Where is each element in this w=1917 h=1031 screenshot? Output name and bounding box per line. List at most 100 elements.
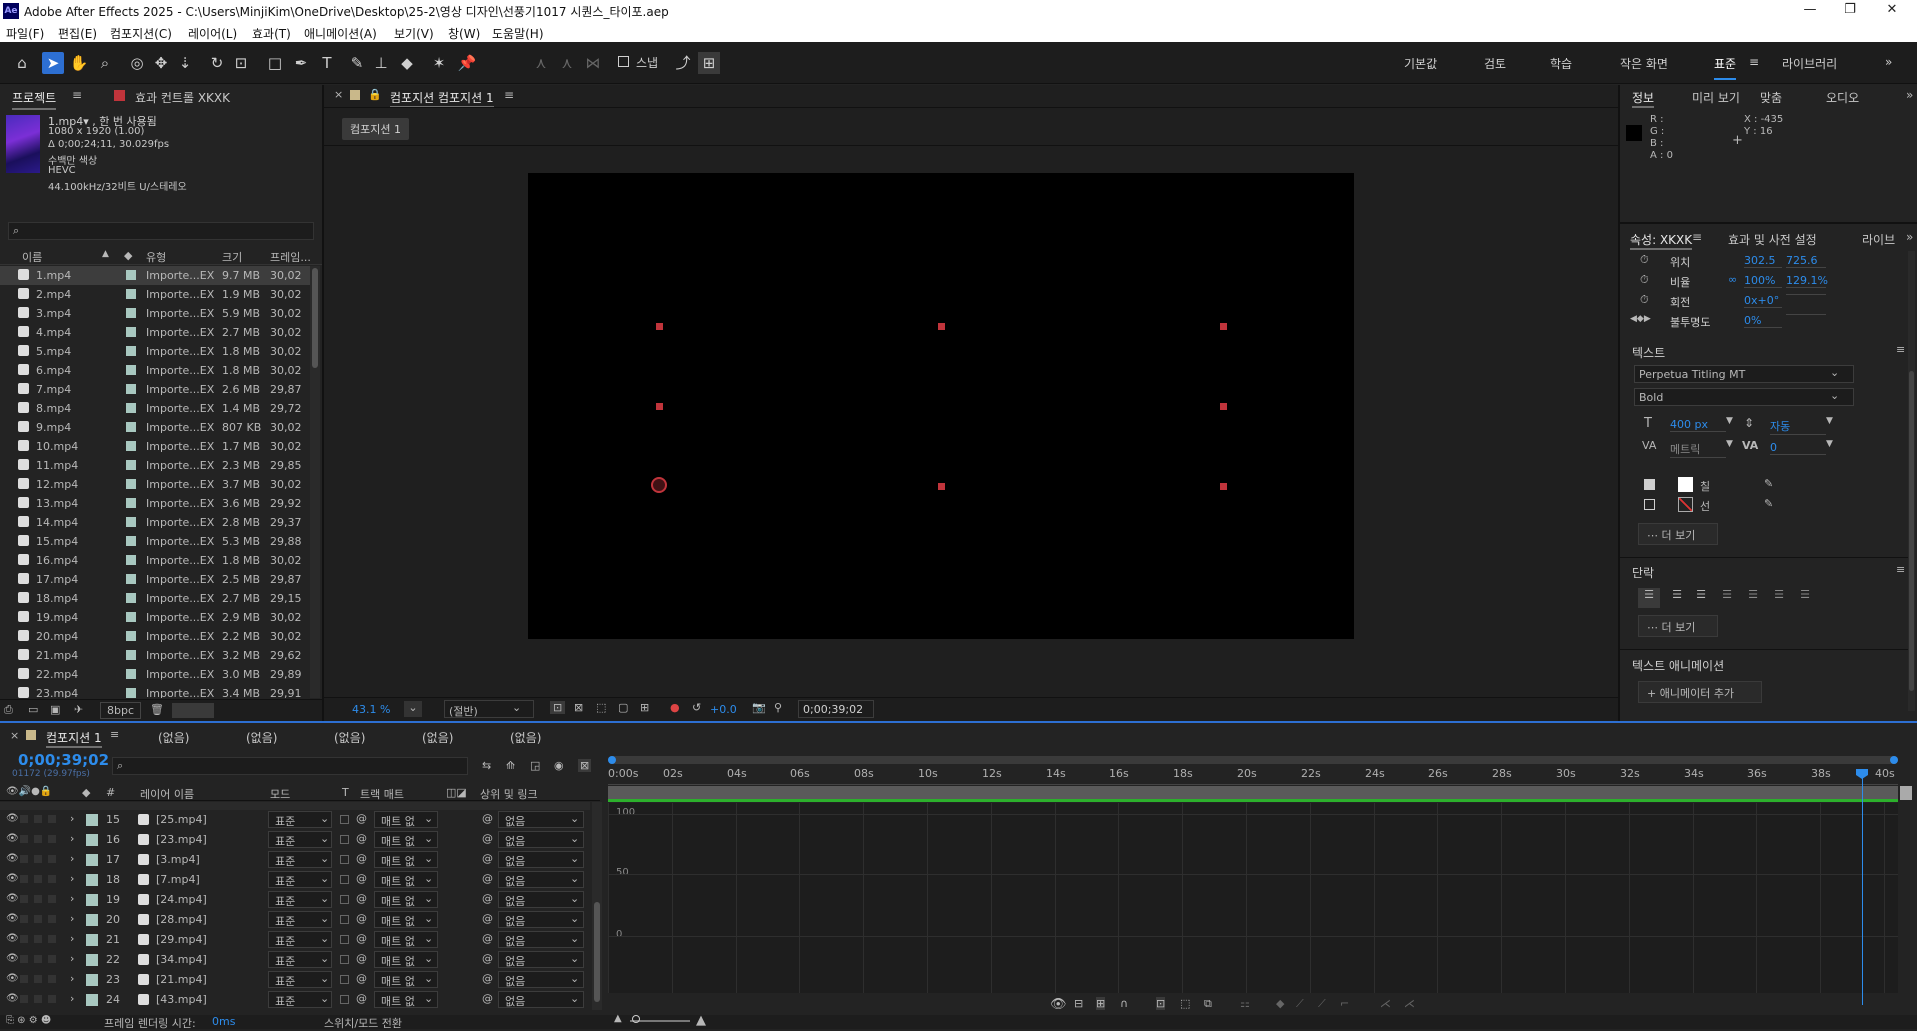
work-area-bar[interactable] [608,786,1898,800]
rotate-tool-icon[interactable]: ↻ [206,52,228,74]
pickwhip-icon[interactable]: @ [356,912,367,925]
bpc-button[interactable]: 8bpc [100,702,142,719]
project-item[interactable]: 15.mp4 Importe...EX 5.3 MB 29,88 [0,532,310,551]
label-color-icon[interactable] [126,422,136,432]
label-color-icon[interactable] [126,460,136,470]
project-item[interactable]: 9.mp4 Importe...EX 807 KB 30,02 [0,418,310,437]
comp-menu-icon[interactable]: ≡ [504,88,514,102]
pickwhip-icon[interactable]: @ [356,932,367,945]
tab-project[interactable]: 프로젝트 [12,89,57,110]
layer-name[interactable]: [25.mp4] [156,813,207,826]
timeline-layer-row[interactable]: 👁 › 18 [7.mp4] 표준 ⌄ @ 매트 없 ⌄ @ 없음 ⌄ [0,870,600,890]
parent-pickwhip-icon[interactable]: @ [482,972,493,985]
audio-switch[interactable] [20,975,28,983]
hand-tool-icon[interactable]: ✋ [68,52,90,74]
lock-switch[interactable] [48,915,56,923]
timeline-search-input[interactable]: ⌕ [112,757,468,775]
tab-none-1[interactable]: (없음) [158,729,189,746]
layer-label-color[interactable] [86,834,98,846]
label-color-icon[interactable] [126,555,136,565]
layer-label-color[interactable] [86,914,98,926]
pickwhip-icon[interactable]: @ [356,852,367,865]
brush-tool-icon[interactable]: ✎ [346,52,368,74]
project-item[interactable]: 21.mp4 Importe...EX 3.2 MB 29,62 [0,646,310,665]
anchor-point-icon[interactable] [651,477,667,493]
timeline-layer-row[interactable]: 👁 › 17 [3.mp4] 표준 ⌄ @ 매트 없 ⌄ @ 없음 ⌄ [0,850,600,870]
menu-edit[interactable]: 편집(E) [58,25,97,42]
eraser-tool-icon[interactable]: ◆ [396,52,418,74]
property-value-2[interactable] [1786,294,1826,295]
show-properties-icon[interactable]: 👁 [1050,997,1067,1012]
audio-switch[interactable] [20,815,28,823]
more-panels-icon[interactable]: » [1906,230,1913,244]
graph-editor-icon[interactable]: ⊠ [578,759,592,772]
align-left-icon[interactable]: ☰ [1638,588,1660,608]
label-color-icon[interactable] [126,631,136,641]
layer-name[interactable]: [43.mp4] [156,993,207,1006]
label-color-icon[interactable] [126,403,136,413]
justify-left-icon[interactable]: ☰ [1716,588,1738,601]
layer-name[interactable]: [29.mp4] [156,933,207,946]
chevron-down-icon[interactable]: ▼ [1726,416,1733,426]
visibility-eye-icon[interactable]: 👁 [6,893,19,904]
preserve-transparency-checkbox[interactable] [340,995,349,1004]
project-item[interactable]: 6.mp4 Importe...EX 1.8 MB 30,02 [0,361,310,380]
fast-preview-icon[interactable]: ⊡ [550,701,566,714]
menu-window[interactable]: 창(W) [448,25,480,42]
timeline-layer-row[interactable]: 👁 › 22 [34.mp4] 표준 ⌄ @ 매트 없 ⌄ @ 없음 ⌄ [0,950,600,970]
guides-icon[interactable]: ⊞ [640,701,649,714]
lock-switch[interactable] [48,995,56,1003]
tab-effect-controls[interactable]: 효과 컨트롤 XKXK [135,89,230,106]
menu-effect[interactable]: 효과(T) [252,25,291,42]
solo-switch[interactable] [34,975,42,983]
paragraph-menu-icon[interactable]: ≡ [1896,563,1905,576]
layer-label-color[interactable] [86,934,98,946]
pickwhip-icon[interactable]: @ [356,832,367,845]
comp-timecode[interactable]: 0;00;39;02 [798,700,874,718]
preserve-transparency-checkbox[interactable] [340,815,349,824]
property-value-1[interactable]: 0% [1744,314,1782,328]
chevron-down-icon[interactable]: ▼ [1726,439,1733,449]
timeline-end-marker[interactable] [1900,786,1912,800]
property-value-2[interactable]: 725.6 [1786,254,1826,268]
properties-menu-icon[interactable]: ≡ [1692,230,1702,244]
snapshot-icon[interactable]: 📷 [752,701,766,714]
lock-switch[interactable] [48,895,56,903]
visibility-eye-icon[interactable]: 👁 [6,833,19,844]
thumbnail-slider[interactable] [172,703,214,718]
fill-checkbox[interactable] [1644,479,1655,490]
solo-switch[interactable] [34,915,42,923]
tab-effects-presets[interactable]: 효과 및 사전 설정 [1728,231,1817,248]
anchor-tool-icon[interactable]: ⊡ [230,52,252,74]
constrain-proportions-icon[interactable]: ∞ [1728,273,1737,286]
label-color-icon[interactable] [126,327,136,337]
label-color-icon[interactable] [126,498,136,508]
snap-checkbox[interactable] [618,56,629,67]
snap-grid-icon[interactable]: ⊞ [698,52,720,74]
workspace-review[interactable]: 검토 [1484,55,1506,72]
eyedropper-icon[interactable]: ✎ [1764,477,1773,490]
project-scrollbar[interactable] [310,266,320,698]
expand-chevron-icon[interactable]: › [70,952,74,965]
col-name[interactable]: 이름 [22,249,42,265]
parent-pickwhip-icon[interactable]: @ [482,992,493,1005]
label-color-icon[interactable] [126,384,136,394]
draft-3d-icon[interactable]: ⟰ [506,759,515,772]
tab-none-5[interactable]: (없음) [510,729,541,746]
project-item[interactable]: 20.mp4 Importe...EX 2.2 MB 30,02 [0,627,310,646]
lock-icon[interactable]: 🔒 [368,88,382,101]
expand-chevron-icon[interactable]: › [70,832,74,845]
stroke-checkbox[interactable] [1644,499,1655,510]
graph-options-icon[interactable]: ⊟ [1074,997,1083,1010]
zoom-in-icon[interactable]: ▲ [696,1013,706,1028]
audio-switch[interactable] [20,955,28,963]
label-color-icon[interactable] [126,441,136,451]
visibility-eye-icon[interactable]: 👁 [6,953,19,964]
lock-switch[interactable] [48,955,56,963]
shy-layers-icon[interactable]: ◲ [530,759,540,772]
pickwhip-icon[interactable]: @ [356,992,367,1005]
project-item[interactable]: 4.mp4 Importe...EX 2.7 MB 30,02 [0,323,310,342]
label-color-icon[interactable] [126,479,136,489]
expand-chevron-icon[interactable]: › [70,852,74,865]
project-item[interactable]: 19.mp4 Importe...EX 2.9 MB 30,02 [0,608,310,627]
